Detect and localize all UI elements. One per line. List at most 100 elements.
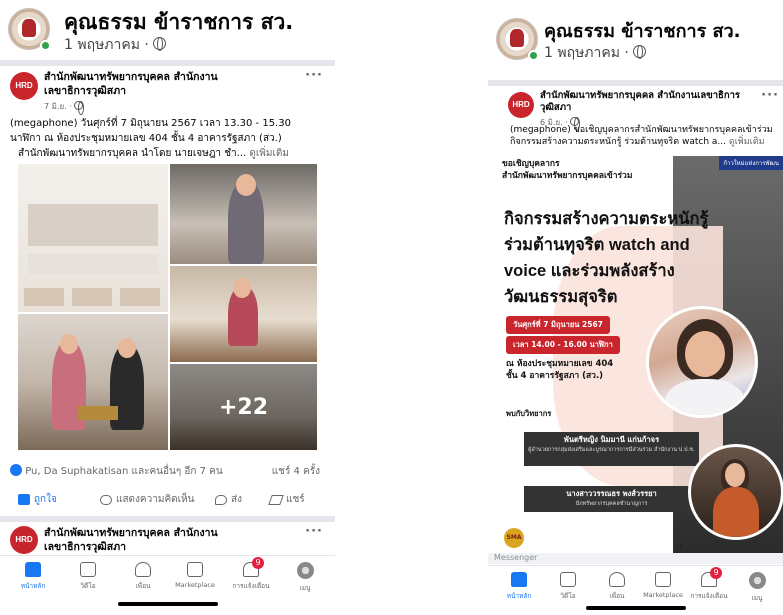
bell-icon: 9	[701, 567, 722, 587]
more-options-icon[interactable]: ···	[305, 68, 323, 83]
photo-face	[233, 278, 251, 298]
poster-invite-line: ขอเชิญบุคลากร	[502, 159, 560, 169]
nav-label: Marketplace	[175, 581, 215, 589]
nav-label: Marketplace	[643, 591, 683, 599]
nav-menu[interactable]: เมนู	[280, 562, 330, 593]
nav-marketplace[interactable]: Marketplace	[638, 572, 688, 599]
group-date: 1 พฤษภาคม ·	[544, 42, 647, 64]
nav-marketplace[interactable]: Marketplace	[170, 562, 220, 589]
page-avatar[interactable]: HRD	[10, 526, 38, 554]
bottom-nav: หน้าหลัก วิดีโอ เพื่อน Marketplace 9 การแ…	[0, 555, 335, 605]
left-screen: คุณธรรม ข้าราชการ สว. 1 พฤษภาคม · HRD สำ…	[0, 0, 335, 615]
poster-date: วันศุกร์ที่ 7 มิถุนายน 2567	[506, 316, 610, 334]
nav-video[interactable]: วิดีโอ	[543, 572, 593, 601]
nav-home[interactable]: หน้าหลัก	[494, 572, 544, 601]
notification-badge: 9	[252, 557, 264, 569]
poster-invite: ขอเชิญบุคลากร สำนักพัฒนาทรัพยากรบุคคลเข้…	[502, 158, 632, 182]
event-poster[interactable]: ขอเชิญบุคลากร สำนักพัฒนาทรัพยากรบุคคลเข้…	[498, 156, 783, 556]
group-date-text: 1 พฤษภาคม ·	[544, 45, 629, 61]
poster-venue-line: ณ ห้องประชุมหมายเลข 404	[506, 359, 614, 369]
nav-menu[interactable]: เมนู	[732, 572, 782, 603]
thumbs-up-icon	[18, 494, 30, 505]
nav-label: เพื่อน	[135, 582, 151, 590]
page-name[interactable]: สำนักพัฒนาทรัพยากรบุคคล สำนักงานเลขาธิกา…	[540, 90, 745, 114]
home-icon	[25, 562, 41, 577]
globe-icon	[153, 37, 167, 51]
more-options-icon[interactable]: ···	[305, 524, 323, 539]
like-label: ถูกใจ	[34, 494, 57, 505]
post-photo[interactable]	[170, 266, 317, 362]
messenger-icon	[215, 494, 227, 505]
poster-headline-line: กิจกรรมสร้างความตระหนักรู้	[504, 210, 709, 228]
poster-headline: กิจกรรมสร้างความตระหนักรู้ ร่วมต้านทุจริ…	[504, 206, 709, 310]
poster-tag: ก้าวใหม่แห่งการพัฒน	[719, 156, 783, 170]
see-more-link[interactable]: ดูเพิ่มเติม	[249, 148, 289, 159]
page-name[interactable]: สำนักพัฒนาทรัพยากรบุคคล สำนักงานเลขาธิกา…	[44, 70, 264, 98]
group-date: 1 พฤษภาคม ·	[64, 34, 167, 56]
page-avatar[interactable]: HRD	[10, 72, 38, 100]
post-text: (megaphone) วันศุกร์ที่ 7 มิถุนายน 2567 …	[10, 116, 330, 161]
nav-friends[interactable]: เพื่อน	[592, 572, 642, 601]
video-icon	[80, 562, 96, 577]
post-text-line: กิจกรรมสร้างความตระหนักรู้ ร่วมต้านทุจริ…	[510, 137, 726, 147]
post-photo[interactable]	[170, 164, 317, 264]
reactions-bar[interactable]: Pu, Da Suphakatisan และคนอื่นๆ อีก 7 คน …	[10, 464, 320, 482]
nav-label: เมนู	[751, 594, 763, 602]
marketplace-icon	[187, 562, 203, 577]
photo-face	[236, 174, 256, 196]
poster-venue-line: ชั้น 4 อาคารรัฐสภา (สว.)	[506, 371, 604, 381]
home-indicator[interactable]	[118, 602, 218, 606]
photo-face	[685, 331, 725, 377]
nav-label: เมนู	[299, 584, 311, 592]
speaker-card: นางสาววรรณธร พงส์วรรยา นักทรัพยากรบุคคลช…	[524, 486, 699, 512]
group-date-text: 1 พฤษภาคม ·	[64, 37, 149, 53]
photo-person	[713, 487, 759, 537]
divider	[488, 80, 783, 86]
post-photo[interactable]	[18, 164, 168, 312]
photo-thumb	[120, 288, 160, 306]
send-label: ส่ง	[231, 494, 242, 505]
group-header[interactable]: คุณธรรม ข้าราชการ สว. 1 พฤษภาคม ·	[488, 10, 783, 66]
nav-label: เพื่อน	[609, 592, 625, 600]
nav-friends[interactable]: เพื่อน	[118, 562, 168, 591]
send-button[interactable]: ส่ง	[215, 492, 242, 507]
nav-notifications[interactable]: 9 การแจ้งเตือน	[226, 557, 276, 591]
post-time-text: 7 มิ.ย. ·	[44, 102, 72, 111]
page-name[interactable]: สำนักพัฒนาทรัพยากรบุคคล สำนักงานเลขาธิกา…	[44, 526, 264, 554]
post-photo-more[interactable]: +22	[170, 364, 317, 450]
more-photos-overlay[interactable]: +22	[170, 364, 317, 450]
globe-icon	[633, 45, 647, 59]
friends-icon	[135, 562, 151, 577]
shares-count[interactable]: แชร์ 4 ครั้ง	[272, 464, 320, 479]
nav-video[interactable]: วิดีโอ	[63, 562, 113, 591]
poster-headline-line: วัฒนธรรมสุจริต	[504, 288, 618, 306]
bell-icon: 9	[243, 557, 264, 577]
photo-thumb	[72, 288, 112, 306]
nav-label: หน้าหลัก	[20, 582, 46, 590]
group-name[interactable]: คุณธรรม ข้าราชการ สว.	[544, 16, 740, 45]
online-indicator	[40, 40, 51, 51]
photo-face	[118, 338, 136, 358]
photo-person	[665, 379, 745, 415]
see-more-link[interactable]: ดูเพิ่มเติม	[729, 137, 765, 147]
share-button[interactable]: แชร์	[268, 492, 305, 507]
poster-invite-line: สำนักพัฒนาทรัพยากรบุคคลเข้าร่วม	[502, 171, 633, 181]
nav-label: วิดีโอ	[80, 582, 96, 590]
comment-button[interactable]: แสดงความคิดเห็น	[100, 492, 194, 507]
comment-icon	[100, 494, 112, 505]
more-options-icon[interactable]: ···	[761, 88, 779, 103]
post-photo[interactable]	[18, 314, 168, 450]
poster-time: เวลา 14.00 - 16.00 นาฬิกา	[506, 336, 620, 354]
photo-flowers	[78, 406, 118, 420]
post-text: (megaphone) ขอเชิญบุคลากรสำนักพัฒนาทรัพย…	[510, 124, 780, 148]
like-button[interactable]: ถูกใจ	[18, 492, 57, 507]
nav-home[interactable]: หน้าหลัก	[8, 562, 58, 591]
post-text-line: (megaphone) ขอเชิญบุคลากรสำนักพัฒนาทรัพย…	[510, 125, 773, 135]
home-indicator[interactable]	[586, 606, 686, 610]
messenger-bar[interactable]: Messenger	[488, 553, 783, 564]
nav-notifications[interactable]: 9 การแจ้งเตือน	[684, 567, 734, 601]
speaker-card: พันตรีหญิง นิมมานี แก่นก้าจร ผู้อำนวยการ…	[524, 432, 699, 466]
group-header[interactable]: คุณธรรม ข้าราชการ สว. 1 พฤษภาคม ·	[0, 0, 335, 56]
page-avatar[interactable]: HRD	[508, 92, 534, 118]
reactions-text[interactable]: Pu, Da Suphakatisan และคนอื่นๆ อีก 7 คน	[25, 466, 223, 477]
